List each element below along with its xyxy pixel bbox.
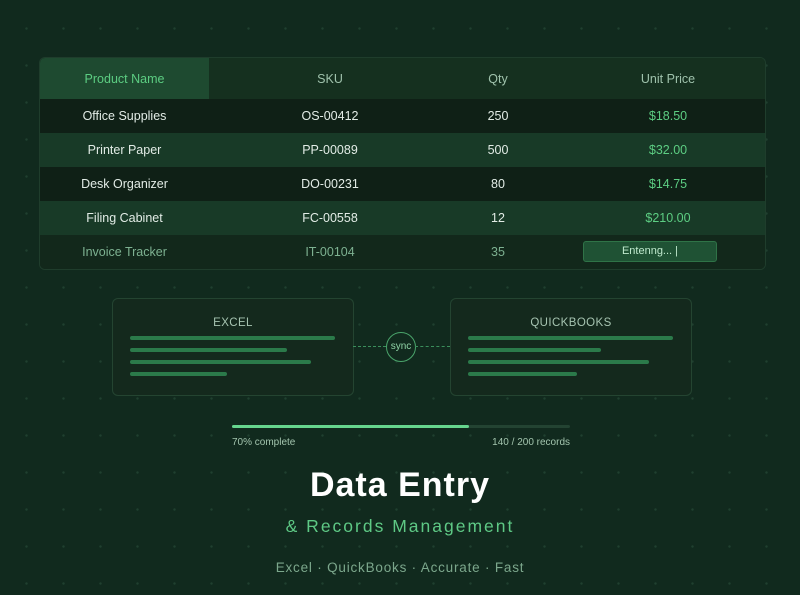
cell-product-name: Printer Paper xyxy=(87,143,162,157)
table-row-pending[interactable]: Invoice Tracker IT-00104 35 Entenng... | xyxy=(40,235,765,269)
table-row[interactable]: Office Supplies OS-00412 250 $18.50 xyxy=(40,99,765,133)
placeholder-line xyxy=(130,348,287,352)
table-header: Product Name SKU Qty Unit Price xyxy=(40,58,765,99)
column-header-sku[interactable]: SKU xyxy=(209,58,451,99)
progress-bar xyxy=(232,425,570,428)
excel-card: EXCEL xyxy=(112,298,354,396)
cell-sku: FC-00558 xyxy=(302,211,358,225)
placeholder-line xyxy=(468,336,673,340)
placeholder-line xyxy=(130,336,335,340)
tagline: Excel · QuickBooks · Accurate · Fast xyxy=(275,560,525,575)
cell-sku: OS-00412 xyxy=(301,109,359,123)
table-row[interactable]: Filing Cabinet FC-00558 12 $210.00 xyxy=(40,201,765,235)
column-header-qty[interactable]: Qty xyxy=(451,58,545,99)
cell-product-name: Desk Organizer xyxy=(81,177,168,191)
column-header-unit-price[interactable]: Unit Price xyxy=(545,58,765,99)
sync-connector-right xyxy=(415,346,450,347)
sync-connector-left xyxy=(353,346,386,347)
cell-sku: DO-00231 xyxy=(301,177,359,191)
sync-badge: sync xyxy=(386,332,416,362)
cell-unit-price: $14.75 xyxy=(648,177,688,191)
column-header-product-name[interactable]: Product Name xyxy=(40,58,209,99)
placeholder-line xyxy=(468,360,649,364)
progress-percent-label: 70% complete xyxy=(232,437,296,448)
cell-unit-price: $18.50 xyxy=(648,109,688,123)
table-row[interactable]: Desk Organizer DO-00231 80 $14.75 xyxy=(40,167,765,201)
cell-qty: 35 xyxy=(491,245,505,259)
placeholder-line xyxy=(468,372,577,376)
cell-product-name: Filing Cabinet xyxy=(86,211,163,225)
cell-qty: 80 xyxy=(491,177,505,191)
cell-product-name: Invoice Tracker xyxy=(82,245,167,259)
placeholder-line xyxy=(468,348,601,352)
unit-price-input[interactable]: Entenng... | xyxy=(583,241,717,262)
progress-records-label: 140 / 200 records xyxy=(492,437,570,448)
cell-sku: IT-00104 xyxy=(305,245,355,259)
progress-fill xyxy=(232,425,469,428)
quickbooks-card-title: QUICKBOOKS xyxy=(530,317,612,329)
cell-sku: PP-00089 xyxy=(302,143,358,157)
excel-card-title: EXCEL xyxy=(213,317,253,329)
cell-qty: 500 xyxy=(487,143,509,157)
placeholder-line xyxy=(130,372,227,376)
cell-qty: 12 xyxy=(491,211,505,225)
quickbooks-card: QUICKBOOKS xyxy=(450,298,692,396)
cell-product-name: Office Supplies xyxy=(82,109,167,123)
cell-qty: 250 xyxy=(487,109,509,123)
table-row[interactable]: Printer Paper PP-00089 500 $32.00 xyxy=(40,133,765,167)
placeholder-line xyxy=(130,360,311,364)
cell-unit-price: $32.00 xyxy=(648,143,688,157)
records-table: Product Name SKU Qty Unit Price Office S… xyxy=(39,57,766,270)
cell-unit-price: $210.00 xyxy=(645,211,691,225)
page-title: Data Entry xyxy=(309,466,491,504)
page-subtitle: & Records Management xyxy=(285,516,515,536)
